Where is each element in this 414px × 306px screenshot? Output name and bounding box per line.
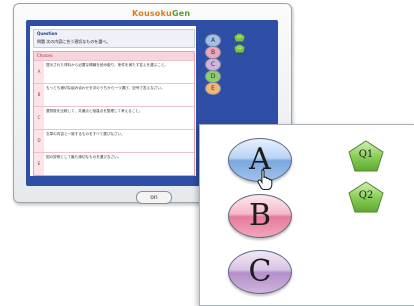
question-marker-label: Q1 [358, 149, 374, 160]
zoom-panel: A B C Q1 Q2 [199, 124, 414, 306]
quiz-document: Question 問題 次の内容に合う適切なものを選べ。 Choices A 提示… [30, 26, 196, 176]
answer-button-b[interactable]: B [228, 194, 292, 238]
choice-text: 図の説明として最も適切なものを選びなさい。 [46, 155, 122, 159]
choice-row: C 選択肢を比較して、共通点と相違点を整理して考えること。 [34, 106, 194, 129]
question-marker-q1[interactable]: Q1 [347, 139, 385, 173]
choice-text: もっとも適切な組み合わせを次のうちから一つ選び、記号で答えなさい。 [46, 86, 165, 90]
choice-text: 文章の内容と一致するものをすべて選びなさい。 [46, 132, 125, 136]
question-marker-label: Q2 [358, 190, 374, 201]
question-box: Question 問題 次の内容に合う適切なものを選べ。 [33, 29, 195, 48]
home-button[interactable]: on [136, 191, 172, 204]
choice-key: C [34, 107, 44, 129]
choices-panel: Choices A 提示された資料から必要な情報を読み取り、条件を満たす答えを選ぶ… [33, 51, 195, 176]
question-body: 次の内容に合う適切なものを選べ。 [46, 39, 111, 44]
choice-row: A 提示された資料から必要な情報を読み取り、条件を満たす答えを選ぶこと。 [34, 60, 194, 83]
choice-text: 選択肢を比較して、共通点と相違点を整理して考えること。 [46, 109, 143, 113]
answer-button-c[interactable]: C [228, 250, 292, 294]
logo-main-text: Kousoku [132, 9, 172, 18]
choice-key: E [34, 153, 44, 175]
choice-row: D 文章の内容と一致するものをすべて選びなさい。 [34, 129, 194, 152]
question-heading: Question [37, 31, 58, 36]
question-text: 問題 次の内容に合う適切なものを選べ。 [37, 39, 110, 45]
choice-key: B [34, 84, 44, 106]
hand-pointer-icon [257, 168, 273, 190]
question-label: 問題 [37, 39, 45, 44]
choice-key: D [34, 130, 44, 152]
logo-accent-text: Gen [171, 9, 191, 18]
app-logo: KousokuGen [132, 9, 190, 18]
choice-key: A [34, 61, 44, 83]
choices-heading: Choices [34, 52, 194, 60]
choice-text: 提示された資料から必要な情報を読み取り、条件を満たす答えを選ぶこと。 [46, 63, 169, 67]
question-marker-q2[interactable]: Q2 [347, 180, 385, 214]
choice-row: B もっとも適切な組み合わせを次のうちから一つ選び、記号で答えなさい。 [34, 83, 194, 106]
mini-choice-e[interactable]: E [205, 82, 221, 95]
choice-row: E 図の説明として最も適切なものを選びなさい。 [34, 152, 194, 175]
